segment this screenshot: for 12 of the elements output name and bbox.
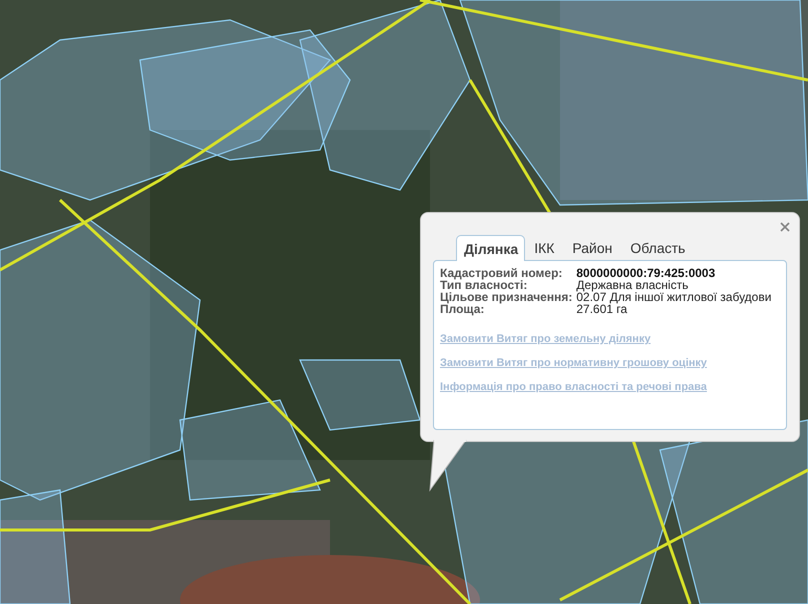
- field-label: Кадастровий номер:: [440, 267, 564, 279]
- tab[interactable]: ІКК: [525, 235, 564, 260]
- field-label: Цільове призначення:: [440, 291, 572, 303]
- field-value: 02.07 Для іншої житлової забудови: [576, 291, 772, 303]
- field-label: Площа:: [440, 303, 484, 315]
- field-label: Тип власності:: [440, 279, 528, 291]
- tab[interactable]: Область: [621, 235, 694, 260]
- field-value: Державна власність: [576, 279, 690, 291]
- tab[interactable]: Ділянка: [456, 235, 526, 261]
- field-value: 27.601 га: [576, 303, 628, 315]
- tab[interactable]: Район: [563, 235, 622, 260]
- field-value: 8000000000:79:425:0003: [576, 267, 716, 279]
